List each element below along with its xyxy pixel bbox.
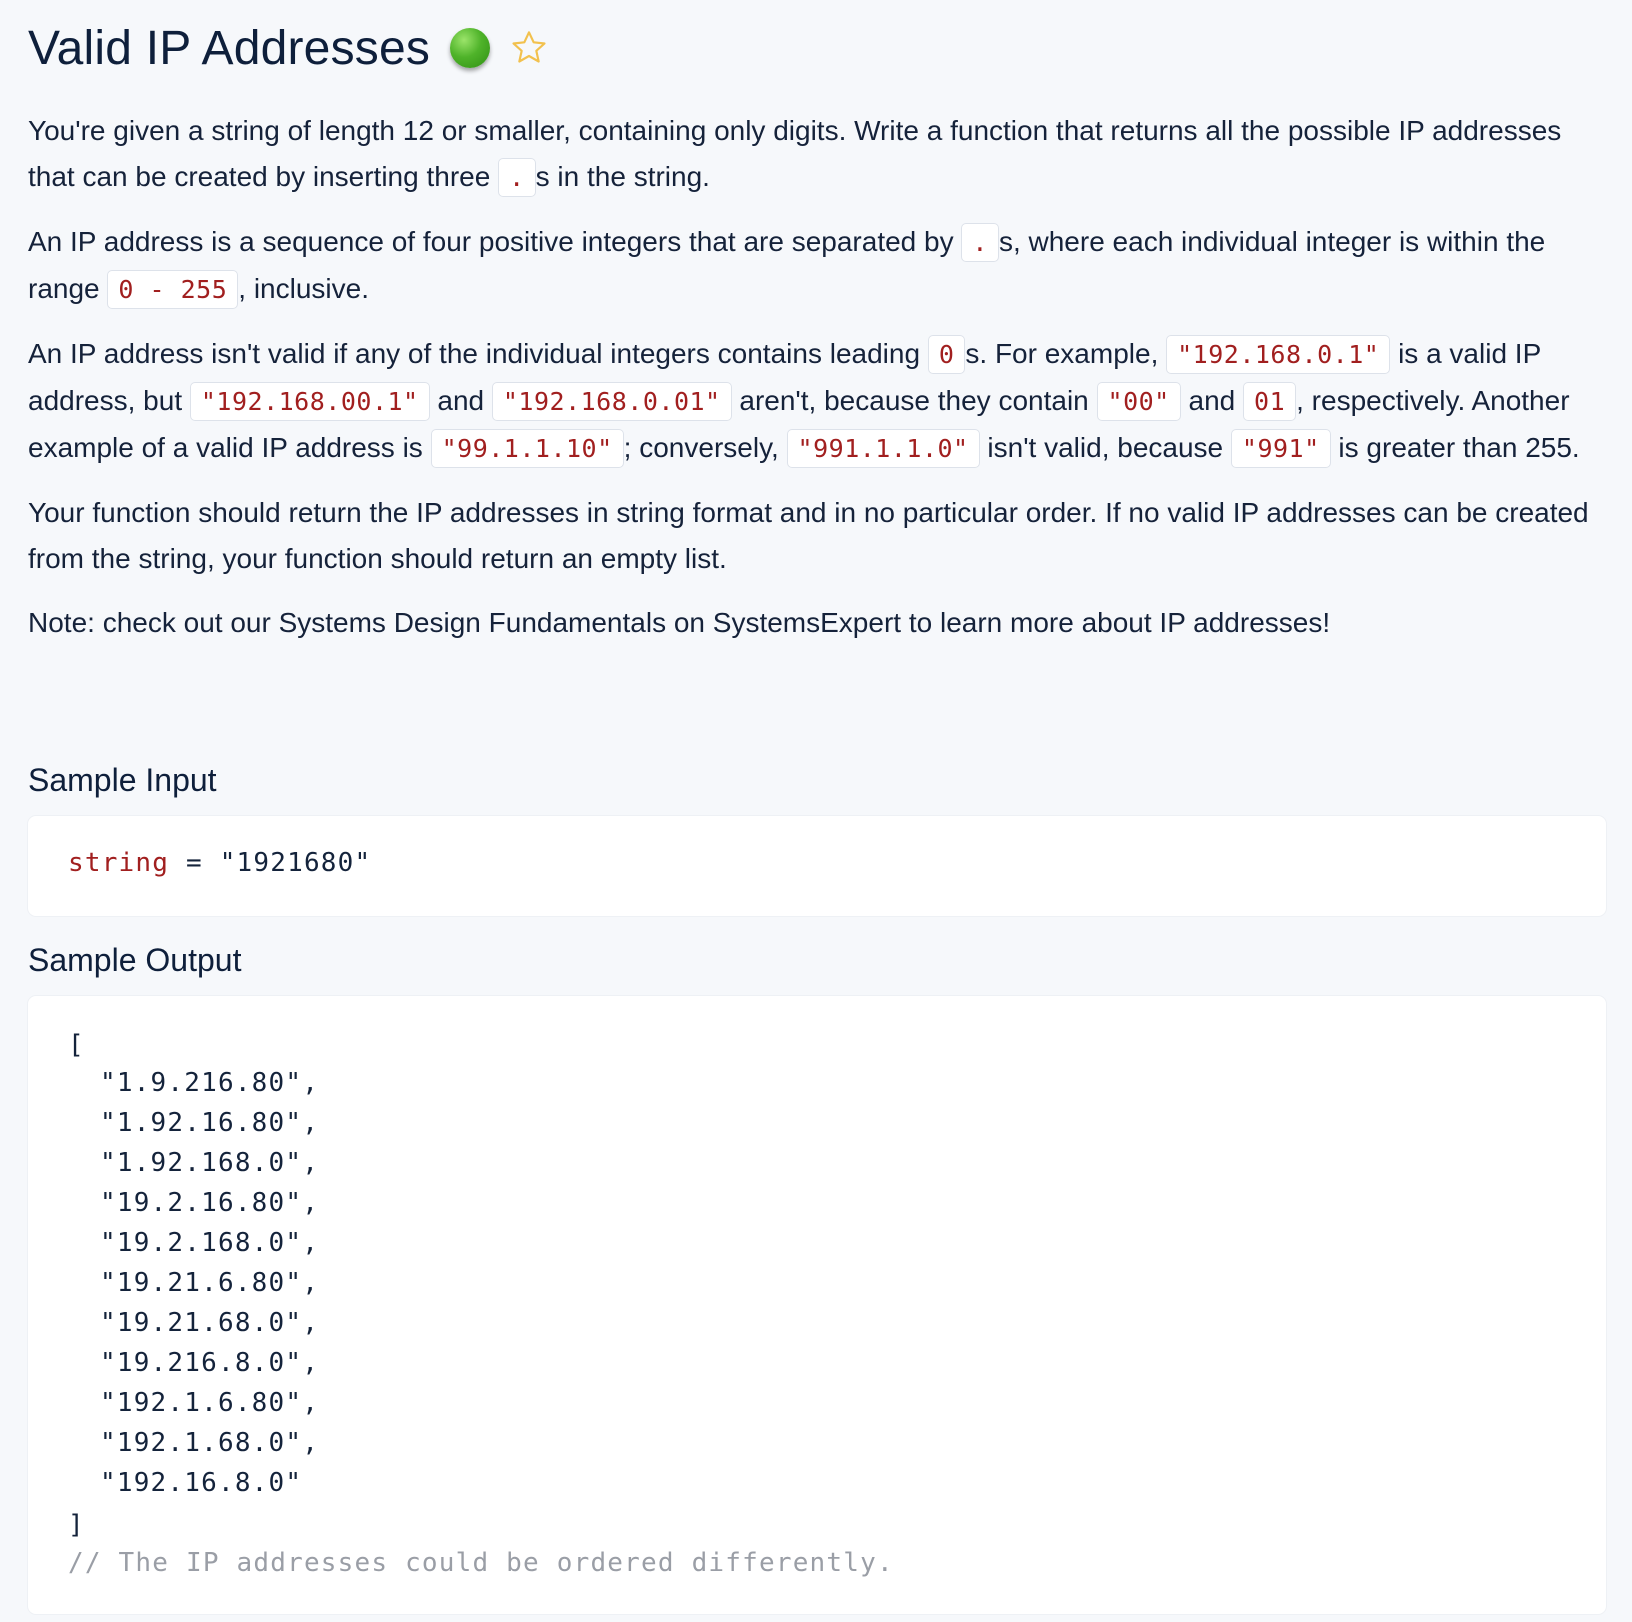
output-item: "1.92.168.0", bbox=[100, 1148, 320, 1178]
output-item: "192.16.8.0" bbox=[100, 1468, 303, 1498]
sample-input-line: string = "1921680" bbox=[68, 848, 371, 878]
problem-description: You're given a string of length 12 or sm… bbox=[28, 108, 1608, 664]
variable-name: string bbox=[68, 848, 170, 878]
inline-code: "192.168.0.01" bbox=[491, 382, 732, 421]
inline-code: "99.1.1.10" bbox=[430, 429, 624, 468]
output-item: "19.2.168.0", bbox=[100, 1228, 320, 1258]
output-item: "19.2.16.80", bbox=[100, 1188, 320, 1218]
output-item: "19.21.68.0", bbox=[100, 1308, 320, 1338]
text: isn't valid, because bbox=[979, 432, 1231, 463]
description-paragraph-1: You're given a string of length 12 or sm… bbox=[28, 108, 1608, 201]
text: An IP address is a sequence of four posi… bbox=[28, 226, 962, 257]
input-value: "1921680" bbox=[219, 848, 372, 878]
code-comment: // The IP addresses could be ordered dif… bbox=[68, 1548, 894, 1578]
problem-title: Valid IP Addresses bbox=[28, 21, 431, 75]
problem-page: Valid IP Addresses You're given a string… bbox=[0, 0, 1632, 1622]
completed-status-icon bbox=[450, 28, 491, 68]
description-paragraph-4: Your function should return the IP addre… bbox=[28, 497, 1589, 574]
array-close-bracket: ] bbox=[68, 1510, 85, 1540]
text: s. For example, bbox=[965, 338, 1167, 369]
inline-code: 01 bbox=[1243, 382, 1297, 421]
text: An IP address isn't valid if any of the … bbox=[28, 338, 928, 369]
inline-code: 0 - 255 bbox=[107, 270, 239, 309]
description-paragraph-2: An IP address is a sequence of four posi… bbox=[28, 219, 1608, 313]
text: aren't, because they contain bbox=[731, 385, 1097, 416]
sample-input-heading: Sample Input bbox=[28, 762, 217, 798]
text: is greater than 255. bbox=[1330, 432, 1580, 463]
output-item: "192.1.68.0", bbox=[100, 1428, 320, 1458]
text: You're given a string of length 12 or sm… bbox=[28, 115, 1562, 192]
sample-input-block: string = "1921680" bbox=[28, 816, 1606, 916]
output-item: "1.92.16.80", bbox=[100, 1108, 320, 1138]
text: , inclusive. bbox=[238, 273, 369, 304]
inline-code: "00" bbox=[1096, 382, 1181, 421]
description-paragraph-3: An IP address isn't valid if any of the … bbox=[28, 331, 1608, 472]
star-outline-icon[interactable] bbox=[508, 27, 550, 69]
text: s in the string. bbox=[535, 161, 710, 192]
output-item: "19.21.6.80", bbox=[100, 1268, 320, 1298]
inline-code: "192.168.0.1" bbox=[1166, 335, 1391, 374]
description-paragraph-5: Note: check out our Systems Design Funda… bbox=[28, 607, 1331, 638]
assignment-operator: = bbox=[169, 848, 220, 878]
inline-code: "991.1.1.0" bbox=[786, 429, 980, 468]
sample-output-heading: Sample Output bbox=[28, 942, 242, 978]
inline-code: "991" bbox=[1230, 429, 1331, 468]
inline-code: 0 bbox=[927, 335, 966, 374]
output-item: "192.1.6.80", bbox=[100, 1388, 320, 1418]
inline-code: . bbox=[498, 158, 536, 197]
output-item: "1.9.216.80", bbox=[100, 1068, 320, 1098]
text: ; conversely, bbox=[623, 432, 787, 463]
title-row: Valid IP Addresses bbox=[28, 12, 550, 84]
inline-code: "192.168.00.1" bbox=[189, 382, 430, 421]
inline-code: . bbox=[961, 223, 999, 262]
array-open-bracket: [ bbox=[68, 1030, 85, 1060]
output-item: "19.216.8.0", bbox=[100, 1348, 320, 1378]
text: and bbox=[429, 385, 492, 416]
text: and bbox=[1180, 385, 1244, 416]
sample-output-block: [ "1.9.216.80", "1.92.16.80", "1.92.168.… bbox=[28, 996, 1606, 1614]
